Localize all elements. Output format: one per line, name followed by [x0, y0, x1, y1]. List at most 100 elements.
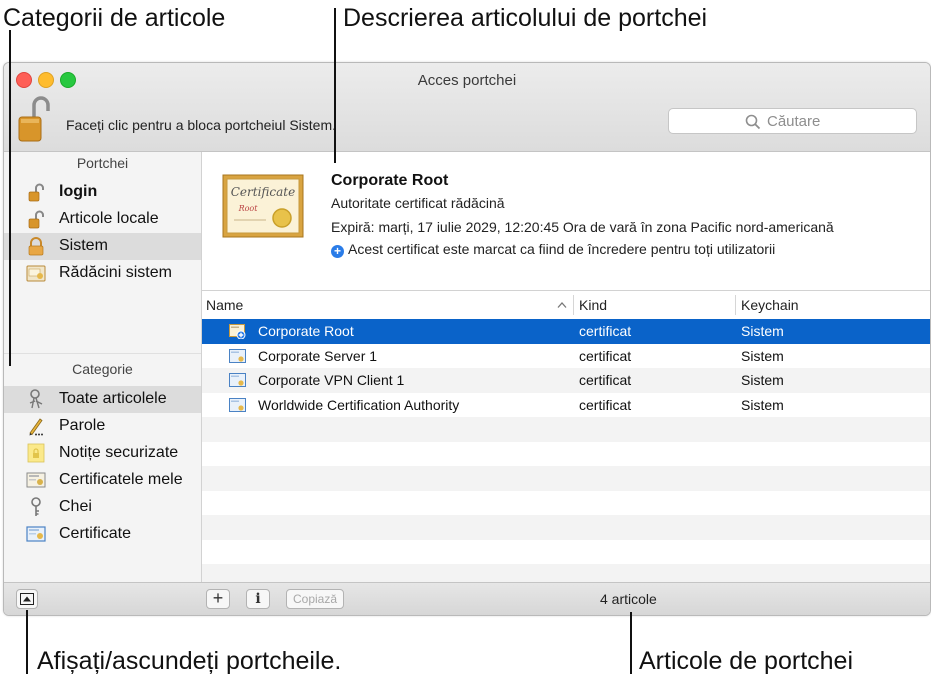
search-placeholder: Căutare: [767, 113, 821, 130]
sidebar-item-system[interactable]: Sistem: [4, 233, 201, 260]
sidebar-item-label: Rădăcini sistem: [59, 264, 172, 281]
keychain-window: Acces portchei Faceți clic pentru a bloc…: [3, 62, 931, 616]
certificate-icon: [229, 397, 246, 412]
sidebar-item-label: Sistem: [59, 237, 108, 254]
sort-ascending-icon[interactable]: [557, 301, 567, 309]
sidebar-item-label: Articole locale: [59, 210, 159, 227]
sidebar-toggle-icon: [20, 593, 34, 605]
column-divider[interactable]: [573, 295, 574, 315]
callout-line-toggle: [26, 610, 28, 674]
sidebar-item-login[interactable]: login: [4, 179, 201, 206]
sidebar-item-label: Chei: [59, 498, 92, 515]
keychains-header: Portchei: [76, 155, 129, 171]
certificate-icon: [229, 373, 246, 387]
copy-button[interactable]: Copiază: [286, 589, 344, 609]
row-keychain: Sistem: [741, 372, 784, 388]
my-certificate-icon: [26, 472, 46, 488]
empty-row: [202, 515, 930, 540]
sidebar-item-certificates[interactable]: Certificate: [4, 521, 201, 548]
sidebar-item-my-certificates[interactable]: Certificatele mele: [4, 467, 201, 494]
column-header-name[interactable]: Name: [206, 297, 243, 313]
callout-line-categories: [9, 30, 11, 366]
sidebar-item-label: login: [59, 183, 98, 200]
table-row[interactable]: Corporate Server 1 certificat Sistem: [202, 344, 930, 369]
empty-row: [202, 466, 930, 491]
window-title: Acces portchei: [417, 72, 517, 89]
row-kind: certificat: [579, 347, 632, 364]
certificate-image-subtitle: Root: [238, 204, 259, 213]
sidebar-item-secure-notes[interactable]: Notițe securizate: [4, 440, 201, 467]
items-table: Corporate Root certificat Sistem Corpora…: [202, 319, 930, 582]
row-keychain: Sistem: [741, 323, 784, 339]
callout-categories: Categorii de articole: [3, 4, 226, 32]
certificate-icon: [26, 526, 46, 542]
empty-row: [202, 564, 930, 582]
row-name: Corporate VPN Client 1: [258, 372, 405, 388]
callout-line-items: [630, 612, 632, 674]
sidebar-divider: [4, 353, 201, 354]
callout-line-description: [334, 8, 336, 163]
sidebar-item-passwords[interactable]: Parole: [4, 413, 201, 440]
sidebar-item-system-roots[interactable]: Rădăcini sistem: [4, 260, 201, 287]
certificate-large-icon: Certificate Root: [222, 174, 304, 238]
certificate-root-icon: [229, 324, 246, 339]
info-button[interactable]: i: [246, 589, 270, 609]
sidebar: Portchei login Articole locale Sistem Ră…: [4, 152, 202, 582]
plus-circle-icon: +: [331, 245, 344, 258]
pencil-icon: [29, 418, 43, 436]
add-item-button[interactable]: +: [206, 589, 230, 609]
certificate-folder-icon: [26, 265, 46, 282]
empty-row: [202, 417, 930, 442]
item-name: Corporate Root: [331, 172, 449, 189]
sidebar-item-label: Parole: [59, 417, 106, 434]
row-name: Corporate Server 1: [258, 347, 378, 364]
callout-description: Descrierea articolului de portchei: [343, 4, 708, 32]
search-icon: [745, 114, 761, 130]
empty-row: [202, 491, 930, 516]
sidebar-item-label: Certificatele mele: [59, 471, 183, 488]
item-trust-status: + Acest certificat este marcat ca fiind d…: [331, 241, 775, 258]
row-kind: certificat: [579, 372, 632, 388]
empty-row: [202, 442, 930, 467]
key-icon: [31, 497, 41, 516]
column-header-kind[interactable]: Kind: [579, 297, 607, 313]
callout-items: Articole de portchei: [639, 647, 854, 675]
toggle-keychains-button[interactable]: [16, 589, 38, 609]
item-count: 4 articole: [600, 591, 657, 607]
table-row[interactable]: Worldwide Certification Authority certif…: [202, 393, 930, 418]
callout-toggle: Afișați/ascundeți portcheile.: [37, 647, 342, 675]
main-pane: Certificate Root Corporate Root Autorita…: [202, 152, 930, 582]
trust-text: Acest certificat este marcat ca fiind de…: [348, 241, 776, 257]
sidebar-item-label: Toate articolele: [59, 390, 167, 407]
table-row[interactable]: Corporate Root certificat Sistem: [202, 319, 930, 344]
row-name: Corporate Root: [258, 323, 354, 339]
row-name: Worldwide Certification Authority: [258, 396, 460, 413]
certificate-icon: [229, 348, 246, 363]
sidebar-item-keys[interactable]: Chei: [4, 494, 201, 521]
empty-row: [202, 540, 930, 565]
unlocked-padlock-icon[interactable]: [18, 95, 50, 143]
lock-message: Faceți clic pentru a bloca portcheiul Si…: [66, 117, 337, 133]
table-row[interactable]: Corporate VPN Client 1 certificat Sistem: [202, 368, 930, 393]
row-kind: certificat: [579, 396, 632, 413]
unlocked-lock-icon: [28, 210, 44, 229]
unlocked-lock-icon: [28, 183, 44, 202]
lock-icon: [28, 237, 44, 256]
row-keychain: Sistem: [741, 396, 784, 413]
sidebar-item-label: Certificate: [59, 525, 132, 542]
column-header-keychain[interactable]: Keychain: [741, 297, 799, 313]
row-keychain: Sistem: [741, 347, 784, 364]
table-header: Name Kind Keychain: [202, 290, 930, 320]
all-items-icon: [29, 389, 43, 409]
sidebar-item-label: Notițe securizate: [59, 444, 179, 461]
secure-note-icon: [27, 443, 45, 463]
item-expiration: Expiră: marți, 17 iulie 2029, 12:20:45 O…: [331, 219, 834, 235]
item-kind-description: Autoritate certificat rădăcină: [331, 195, 505, 211]
search-field[interactable]: Căutare: [668, 108, 917, 134]
sidebar-item-all-items[interactable]: Toate articolele: [4, 386, 201, 413]
column-divider[interactable]: [735, 295, 736, 315]
sidebar-item-local-items[interactable]: Articole locale: [4, 206, 201, 233]
certificate-image-title: Certificate: [231, 185, 295, 199]
row-kind: certificat: [579, 323, 632, 339]
toolbar: Acces portchei Faceți clic pentru a bloc…: [4, 63, 930, 152]
